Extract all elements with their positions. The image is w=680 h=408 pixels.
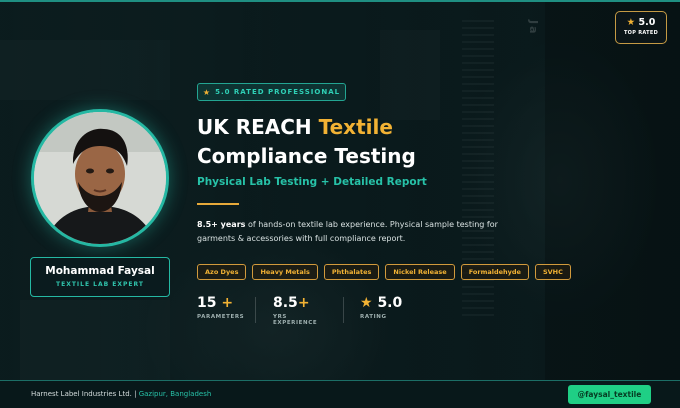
top-badge-label: TOP RATED (623, 30, 659, 36)
top-badge-score-row: ★ 5.0 (616, 17, 666, 28)
stat-label: YRS EXPERIENCE (273, 314, 318, 326)
stat-value-row: 8.5+ (273, 295, 317, 311)
tag-formaldehyde: Formaldehyde (460, 264, 529, 280)
tag-phthalates: Phthalates (323, 264, 380, 280)
stat-value: 15 (197, 295, 217, 311)
stat-label: RATING (360, 314, 387, 320)
subheadline: Physical Lab Testing + Detailed Report (197, 176, 427, 188)
handle-button[interactable]: @faysal_textile (568, 385, 651, 404)
stat-suffix: + (297, 295, 310, 311)
tag-svhc: SVHC (534, 264, 571, 280)
company-location: Gazipur, Bangladesh (138, 390, 212, 398)
star-icon: ★ (202, 87, 212, 97)
description: 8.5+ years of hands-on textile lab exper… (197, 218, 517, 246)
headline-accent: Textile (318, 115, 393, 139)
stat-value: 5.0 (377, 295, 403, 311)
tag-heavy-metals: Heavy Metals (252, 264, 318, 280)
profile-role: TEXTILE LAB EXPERT (56, 281, 144, 288)
rated-professional-badge: ★ 5.0 RATED PROFESSIONAL (197, 83, 346, 101)
stat-parameters: 15 + PARAMETERS (197, 295, 244, 320)
description-highlight: 8.5+ years (197, 220, 246, 229)
profile-name: Mohammad Faysal (45, 265, 155, 277)
tag-nickel-release: Nickel Release (385, 264, 455, 280)
stat-label: PARAMETERS (197, 314, 245, 320)
avatar-portrait (34, 112, 166, 244)
top-accent-line (0, 0, 680, 2)
stat-divider (343, 297, 344, 323)
company-name: Harnest Label Industries Ltd. (31, 390, 132, 398)
stat-value: 8.5 (273, 295, 298, 311)
rated-badge-text: 5.0 RATED PROFESSIONAL (215, 88, 341, 96)
top-badge-score: 5.0 (638, 17, 656, 28)
tag-azo-dyes: Azo Dyes (197, 264, 247, 280)
name-card: Mohammad Faysal TEXTILE LAB EXPERT (30, 257, 170, 297)
top-rated-badge: ★ 5.0 TOP RATED (615, 11, 667, 44)
headline: UK REACH Textile Compliance Testing (197, 113, 537, 171)
star-icon: ★ (626, 17, 636, 28)
stat-rating: ★ 5.0 RATING (360, 295, 402, 320)
stat-experience: 8.5+ YRS EXPERIENCE (273, 295, 317, 326)
stat-divider (255, 297, 256, 323)
stat-value-row: 15 + (197, 295, 244, 311)
stat-value-row: ★ 5.0 (360, 295, 402, 311)
headline-line2: Compliance Testing (197, 144, 416, 168)
test-tags: Azo Dyes Heavy Metals Phthalates Nickel … (197, 264, 571, 280)
watermark: Ja (527, 20, 540, 36)
stat-suffix: + (221, 295, 234, 311)
footer-separator: | (134, 390, 137, 398)
avatar (31, 109, 169, 247)
headline-line1: UK REACH (197, 115, 319, 139)
footer-company-line: Harnest Label Industries Ltd. | Gazipur,… (31, 390, 211, 398)
divider (197, 203, 239, 205)
footer-bar: Harnest Label Industries Ltd. | Gazipur,… (0, 380, 680, 408)
star-icon: ★ (360, 295, 373, 311)
